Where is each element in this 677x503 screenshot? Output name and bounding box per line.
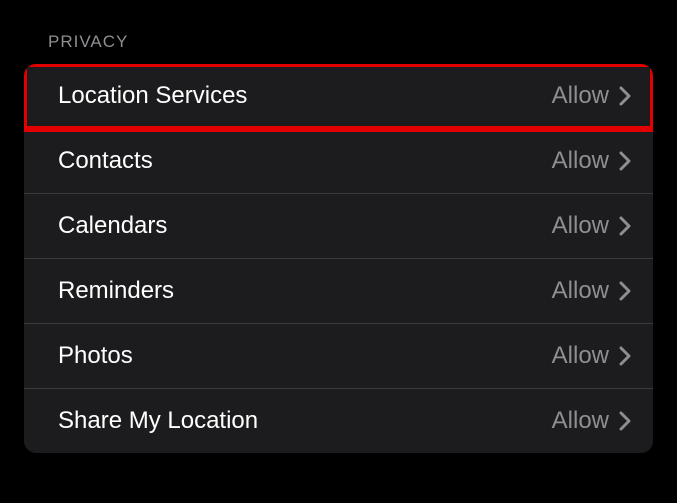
row-label: Reminders — [58, 277, 174, 305]
row-right: Allow — [552, 147, 631, 175]
row-right: Allow — [552, 212, 631, 240]
row-right: Allow — [552, 277, 631, 305]
row-reminders[interactable]: Reminders Allow — [24, 259, 653, 324]
section-header-privacy: PRIVACY — [0, 0, 677, 64]
row-value: Allow — [552, 407, 609, 435]
row-value: Allow — [552, 212, 609, 240]
row-photos[interactable]: Photos Allow — [24, 324, 653, 389]
chevron-right-icon — [619, 86, 631, 106]
row-value: Allow — [552, 82, 609, 110]
row-value: Allow — [552, 147, 609, 175]
row-label: Photos — [58, 342, 133, 370]
chevron-right-icon — [619, 411, 631, 431]
row-location-services[interactable]: Location Services Allow — [24, 64, 653, 129]
privacy-list: Location Services Allow Contacts Allow C… — [24, 64, 653, 453]
row-share-my-location[interactable]: Share My Location Allow — [24, 389, 653, 453]
chevron-right-icon — [619, 346, 631, 366]
row-value: Allow — [552, 277, 609, 305]
row-value: Allow — [552, 342, 609, 370]
chevron-right-icon — [619, 216, 631, 236]
row-calendars[interactable]: Calendars Allow — [24, 194, 653, 259]
row-right: Allow — [552, 407, 631, 435]
row-right: Allow — [552, 342, 631, 370]
row-label: Contacts — [58, 147, 153, 175]
chevron-right-icon — [619, 281, 631, 301]
row-contacts[interactable]: Contacts Allow — [24, 129, 653, 194]
chevron-right-icon — [619, 151, 631, 171]
row-label: Calendars — [58, 212, 167, 240]
row-label: Share My Location — [58, 407, 258, 435]
row-right: Allow — [552, 82, 631, 110]
row-label: Location Services — [58, 82, 247, 110]
